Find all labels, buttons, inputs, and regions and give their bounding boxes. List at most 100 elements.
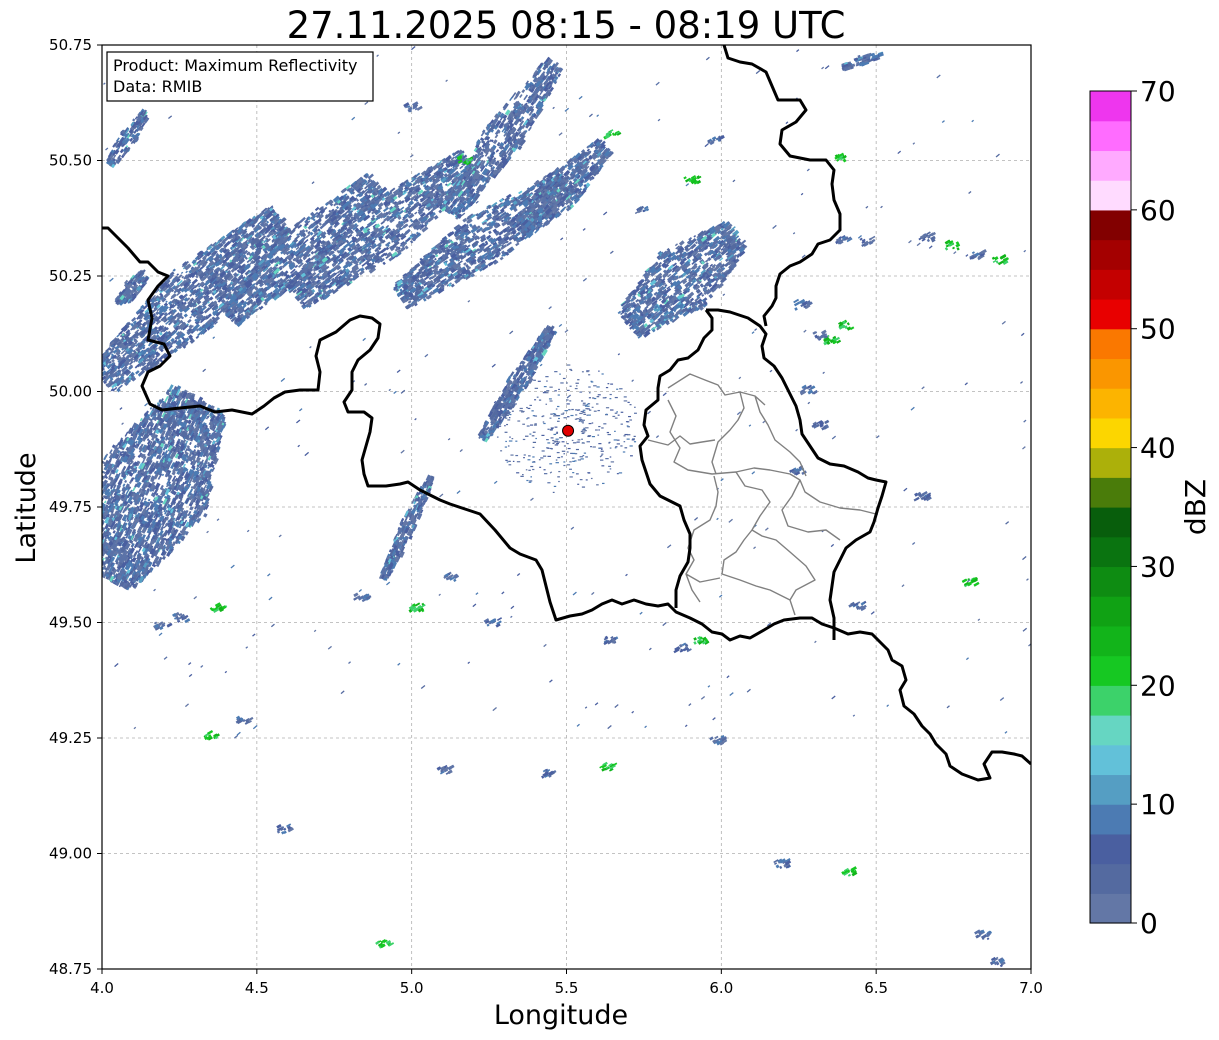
echo-pixel xyxy=(86,546,90,550)
echo-pixel xyxy=(98,516,101,519)
echo-pixel xyxy=(77,555,82,562)
echo-pixel xyxy=(79,556,83,560)
map-title: 27.11.2025 08:15 - 08:19 UTC xyxy=(287,4,846,47)
echo-pixel xyxy=(84,560,90,567)
echo-pixel xyxy=(95,497,99,502)
echo-pixel xyxy=(95,535,99,541)
echo-pixel xyxy=(98,484,101,487)
echo-pixel xyxy=(98,466,102,471)
echo-pixel xyxy=(92,363,97,368)
echo-pixel xyxy=(93,510,97,516)
echo-pixel xyxy=(94,542,98,546)
echo-pixel xyxy=(92,507,97,513)
echo-pixel xyxy=(97,470,101,474)
echo-pixel xyxy=(98,471,102,475)
echo-pixel xyxy=(95,524,101,530)
echo-pixel xyxy=(95,536,100,543)
echo-pixel xyxy=(83,543,87,547)
echo-pixel xyxy=(91,531,96,536)
echo-pixel xyxy=(82,550,86,555)
echo-pixel xyxy=(95,558,98,563)
echo-pixel xyxy=(91,539,95,544)
echo-pixel xyxy=(97,508,100,511)
echo-pixel xyxy=(82,538,87,545)
echo-pixel xyxy=(98,477,101,480)
echo-pixel xyxy=(81,559,85,564)
echo-pixel xyxy=(97,547,102,554)
echo-pixel xyxy=(94,367,101,374)
echo-pixel xyxy=(84,529,87,532)
echo-pixel xyxy=(93,475,99,483)
echo-pixel xyxy=(95,491,100,497)
echo-pixel xyxy=(82,535,88,542)
echo-pixel xyxy=(92,506,95,509)
echo-pixel xyxy=(94,504,97,507)
echo-pixel xyxy=(85,560,90,566)
echo-pixel xyxy=(91,362,97,368)
echo-pixel xyxy=(91,569,94,572)
echo-pixel xyxy=(91,524,95,527)
echo-pixel xyxy=(86,563,91,569)
echo-pixel xyxy=(84,561,89,567)
echo-pixel xyxy=(96,569,100,574)
echo-pixel xyxy=(90,538,94,542)
echo-pixel xyxy=(92,532,96,537)
echo-pixel xyxy=(97,491,102,496)
echo-pixel xyxy=(86,519,90,525)
echo-pixel xyxy=(83,531,88,537)
echo-pixel xyxy=(95,498,100,505)
echo-pixel xyxy=(95,482,98,486)
echo-pixel xyxy=(87,550,92,556)
echo-pixel xyxy=(81,538,86,545)
echo-pixel xyxy=(88,546,92,550)
echo-pixel xyxy=(96,565,101,572)
echo-pixel xyxy=(86,528,91,534)
echo-pixel xyxy=(90,551,95,557)
echo-pixel xyxy=(87,562,92,567)
echo-pixel xyxy=(94,512,98,516)
echo-pixel xyxy=(84,547,88,553)
echo-pixel xyxy=(82,537,86,542)
echo-pixel xyxy=(91,538,95,541)
echo-pixel xyxy=(88,521,93,527)
echo-pixel xyxy=(85,540,88,544)
echo-pixel xyxy=(90,540,95,546)
echo-pixel xyxy=(95,523,99,528)
echo-pixel xyxy=(102,364,103,372)
echo-pixel xyxy=(96,545,99,549)
echo-pixel xyxy=(92,507,95,510)
echo-pixel xyxy=(92,564,96,569)
echo-pixel xyxy=(90,546,95,551)
echo-pixel xyxy=(98,464,101,468)
echo-pixel xyxy=(93,539,99,547)
echo-pixel xyxy=(89,532,93,538)
echo-pixel xyxy=(98,365,102,369)
echo-pixel xyxy=(91,547,96,552)
echo-pixel xyxy=(91,524,96,530)
echo-pixel xyxy=(89,539,93,544)
echo-pixel xyxy=(88,561,91,565)
echo-pixel xyxy=(95,489,98,492)
echo-pixel xyxy=(94,505,99,512)
echo-pixel xyxy=(80,548,85,553)
echo-pixel xyxy=(95,516,99,521)
echo-pixel xyxy=(84,532,89,539)
echo-pixel xyxy=(83,536,88,542)
echo-pixel xyxy=(96,363,100,367)
echo-pixel xyxy=(96,566,100,570)
echo-pixel xyxy=(98,524,101,527)
echo-pixel xyxy=(99,570,102,573)
echo-pixel xyxy=(96,513,99,516)
echo-pixel xyxy=(78,559,82,563)
radar-map-figure: 27.11.2025 08:15 - 08:19 UTC 4.0 4.5 5.0 5.… xyxy=(11,4,1212,1031)
echo-pixel xyxy=(80,559,84,564)
echo-pixel xyxy=(95,498,99,503)
echo-pixel xyxy=(83,558,87,563)
echo-pixel xyxy=(92,566,95,570)
echo-pixel xyxy=(97,563,101,569)
echo-pixel xyxy=(85,555,90,561)
echo-pixel xyxy=(97,533,101,538)
echo-pixel xyxy=(97,562,101,567)
echo-pixel xyxy=(93,517,97,522)
echo-pixel xyxy=(96,546,101,552)
